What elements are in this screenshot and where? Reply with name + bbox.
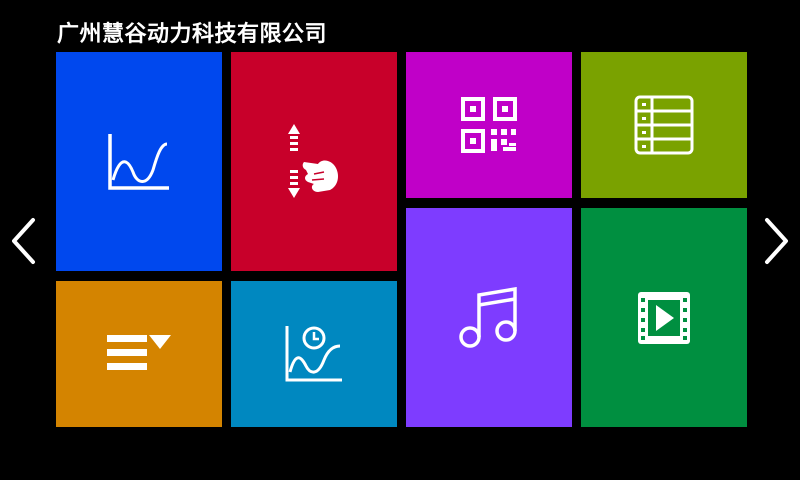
line-chart-icon [108, 133, 169, 190]
tile-table-list[interactable] [581, 52, 747, 198]
video-play-icon [638, 291, 690, 344]
chevron-left-icon [12, 218, 35, 264]
tile-music[interactable] [406, 208, 572, 427]
next-page-button[interactable] [759, 214, 795, 268]
tile-line-chart[interactable] [56, 52, 222, 271]
tile-dropdown-list[interactable] [56, 281, 222, 427]
music-note-icon [459, 286, 517, 348]
table-list-icon [634, 95, 694, 155]
tile-scroll-gesture[interactable] [231, 52, 397, 271]
qr-code-icon [461, 97, 517, 153]
chevron-right-icon [765, 218, 788, 264]
tile-history-curve[interactable] [231, 281, 397, 427]
page-title: 广州慧谷动力科技有限公司 [57, 22, 328, 47]
history-curve-icon [285, 326, 342, 382]
prev-page-button[interactable] [5, 214, 41, 268]
tile-video[interactable] [581, 208, 747, 427]
dropdown-list-icon [107, 335, 171, 370]
scroll-gesture-icon [288, 123, 338, 198]
tile-qr-code[interactable] [406, 52, 572, 198]
